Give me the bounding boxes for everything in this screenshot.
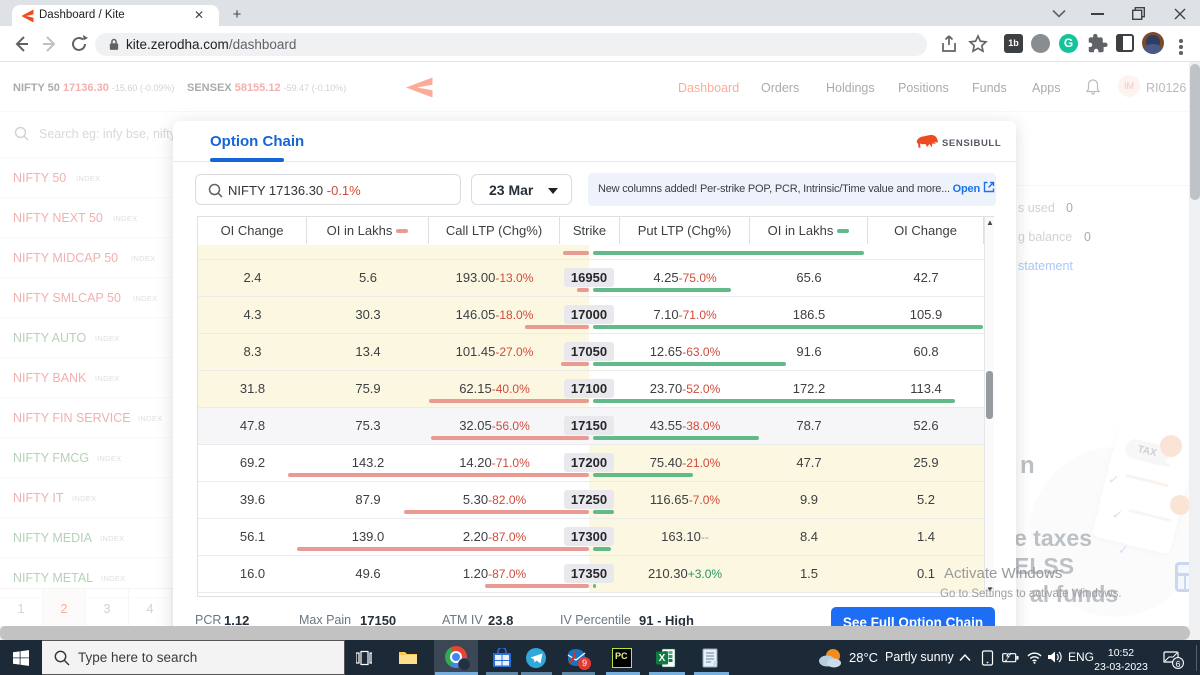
svg-text:X: X (659, 653, 666, 664)
